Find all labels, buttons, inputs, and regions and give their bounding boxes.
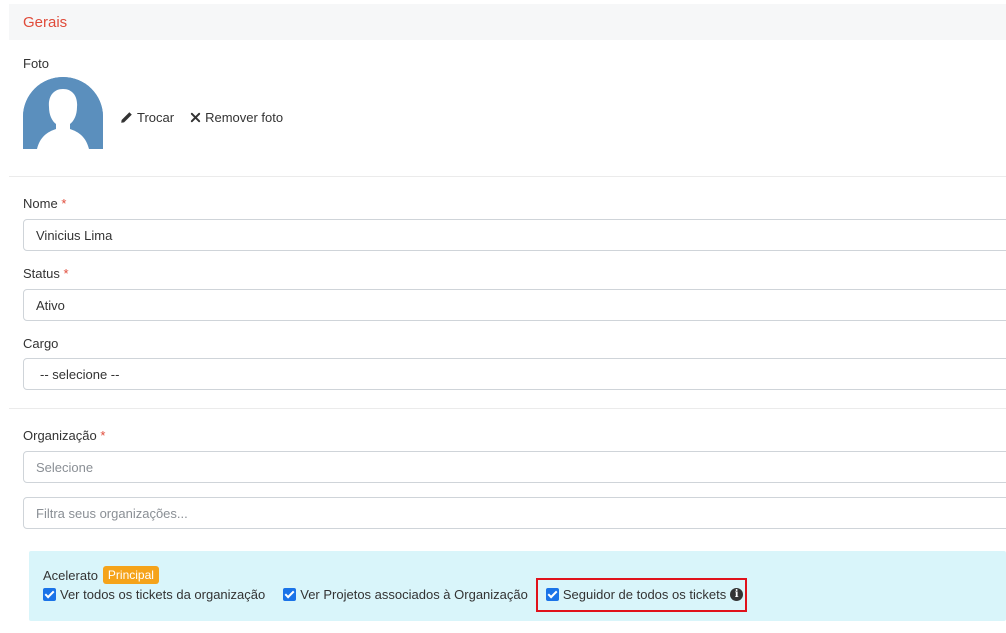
cargo-select[interactable]: -- selecione -- <box>23 358 1006 390</box>
change-photo-label: Trocar <box>137 110 175 125</box>
name-input[interactable]: Vinicius Lima <box>23 219 1006 251</box>
checkbox-label: Ver Projetos associados à Organização <box>300 587 528 602</box>
required-mark: * <box>61 196 67 211</box>
principal-badge: Principal <box>102 566 159 584</box>
close-icon <box>190 112 201 123</box>
status-select[interactable]: Ativo <box>23 289 1006 321</box>
avatar <box>23 77 103 149</box>
organization-entry: Acelerato Principal Ver todos os tickets… <box>29 551 1006 621</box>
user-silhouette-icon <box>23 77 103 149</box>
divider <box>9 408 1006 409</box>
divider <box>9 176 1006 177</box>
organization-entry-header: Acelerato Principal <box>43 566 159 584</box>
panel-header: Gerais <box>9 4 1006 40</box>
name-label: Nome * <box>23 196 67 211</box>
checkbox-checked-icon[interactable] <box>283 588 297 601</box>
remove-photo-label: Remover foto <box>205 110 284 125</box>
cargo-label: Cargo <box>23 336 59 351</box>
panel-title: Gerais <box>23 14 68 31</box>
checkbox-checked-icon[interactable] <box>43 588 56 601</box>
highlight-box <box>536 578 747 612</box>
view-projects-checkbox[interactable]: Ver Projetos associados à Organização <box>283 587 528 602</box>
view-all-tickets-checkbox[interactable]: Ver todos os tickets da organização <box>43 587 265 602</box>
pencil-icon <box>121 112 132 123</box>
remove-photo-button[interactable]: Remover foto <box>190 110 283 125</box>
required-mark: * <box>100 428 106 443</box>
general-panel: Gerais Foto Trocar Remover foto Nome * V… <box>9 4 1006 633</box>
organization-label: Organização * <box>23 428 106 443</box>
checkbox-label: Ver todos os tickets da organização <box>60 587 266 602</box>
required-mark: * <box>63 266 69 281</box>
organization-name: Acelerato <box>43 567 98 583</box>
photo-label: Foto <box>23 56 50 71</box>
status-label: Status * <box>23 266 69 281</box>
photo-actions: Trocar Remover foto <box>120 110 283 125</box>
organization-filter-input[interactable]: Filtra seus organizações... <box>23 497 1006 529</box>
organization-select[interactable]: Selecione <box>23 451 1006 483</box>
change-photo-button[interactable]: Trocar <box>120 110 174 125</box>
